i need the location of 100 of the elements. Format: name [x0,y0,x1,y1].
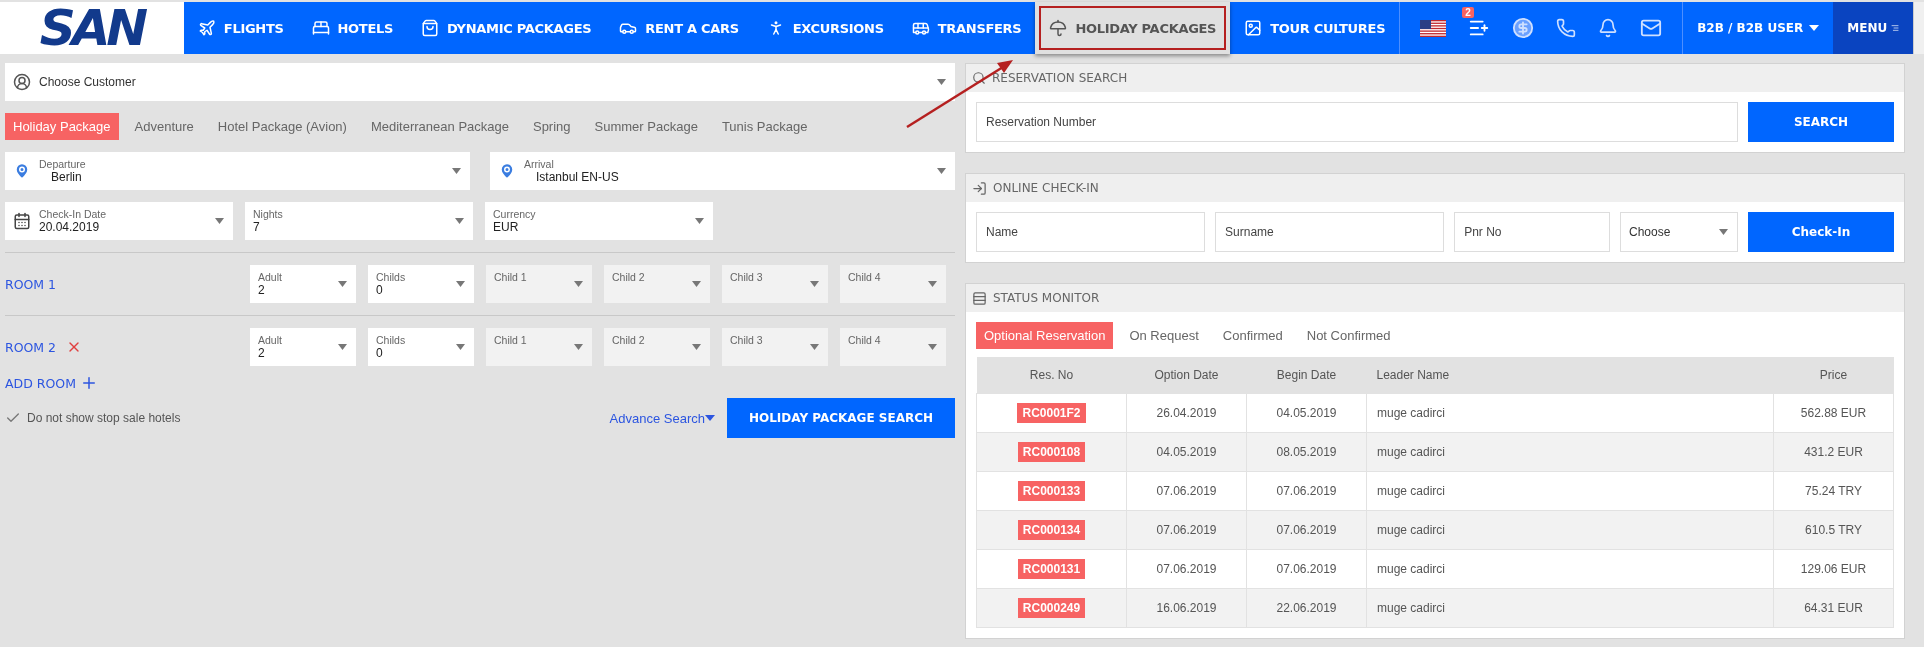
nav-item[interactable]: EXCURSIONS [752,2,898,54]
column-header: Option Date [1126,357,1247,393]
field-label: Childs [376,271,406,283]
table-cell: 07.06.2019 [1156,522,1217,537]
input-field[interactable]: Surname [1215,212,1445,252]
check-in-button[interactable]: Check-In [1748,212,1894,252]
reservation-number[interactable]: RC000108 [1017,441,1086,462]
menu-button[interactable]: MENU [1833,2,1914,54]
table-cell: 610.5 TRY [1805,522,1862,537]
field-value: EUR [493,220,520,234]
field-label: Nights [253,208,283,220]
field-label: Child 1 [494,334,527,346]
field-label: Arrival [524,158,555,170]
nav-item[interactable]: TOUR CULTURES [1230,2,1400,54]
column-header: Price [1773,357,1894,393]
field-label: Childs [376,334,406,346]
field-value: Istanbul EN-US [535,170,619,184]
select-field[interactable]: Choose [1620,212,1738,252]
panel-title: STATUS MONITOR [993,291,1100,305]
nav-item[interactable]: HOLIDAY PACKAGES [1035,2,1231,54]
input-field[interactable]: Pnr No [1454,212,1610,252]
table-cell: 07.06.2019 [1156,483,1217,498]
panel-title: RESERVATION SEARCH [992,71,1128,85]
column-header: Begin Date [1246,357,1367,393]
package-tab[interactable]: Holiday Package [5,113,119,140]
field-label: Child 3 [730,271,763,283]
search-button[interactable]: SEARCH [1748,102,1894,142]
nav-item[interactable]: RENT A CARS [605,2,753,54]
select-field[interactable]: Check-In Date 20.04.2019 [5,202,233,240]
table-cell: 64.31 EUR [1804,600,1863,615]
field-value: 2 [258,346,266,360]
select-field[interactable]: Adult 2 [250,265,356,303]
input-field[interactable]: Name [976,212,1206,252]
field-value: 0 [376,346,384,360]
table-cell: 07.06.2019 [1276,483,1337,498]
nav-item[interactable]: TRANSFERS [897,2,1036,54]
input-field[interactable]: Reservation Number [976,102,1738,142]
status-tab[interactable]: On Request [1121,322,1207,349]
table-cell: 26.04.2019 [1156,405,1217,420]
table-cell: muge cadirci [1377,522,1446,537]
panel-title: ONLINE CHECK-IN [993,181,1099,195]
reservation-number[interactable]: RC000134 [1017,519,1086,540]
select-field[interactable]: Departure Berlin [5,152,470,190]
checkbox-label: Do not show stop sale hotels [27,411,181,425]
field-label: Currency [493,208,536,220]
table-cell: 22.06.2019 [1276,600,1337,615]
table-cell: 07.06.2019 [1156,561,1217,576]
field-label: Child 1 [494,271,527,283]
select-field[interactable]: Currency EUR [485,202,713,240]
status-tab[interactable]: Not Confirmed [1298,322,1399,349]
field-label: Child 2 [612,334,645,346]
package-tab[interactable]: Mediterranean Package [362,113,517,140]
advance-search-link[interactable]: Advance Search [609,410,715,426]
package-tab[interactable]: Spring [524,113,579,140]
field-label: Departure [39,158,86,170]
table-cell: 562.88 EUR [1800,405,1867,420]
field-label: Check-In Date [39,208,107,220]
reservation-number[interactable]: RC000133 [1017,480,1086,501]
select-field[interactable]: Childs 0 [368,265,474,303]
table-cell: 431.2 EUR [1804,444,1863,459]
select-field[interactable]: Arrival Istanbul EN-US [490,152,955,190]
customer-select[interactable]: Choose Customer [5,63,955,101]
field-value: 0 [376,283,384,297]
nav-item[interactable]: DYNAMIC PACKAGES [407,2,606,54]
table-cell: 07.06.2019 [1276,561,1337,576]
field-label: Child 2 [612,271,645,283]
status-tab[interactable]: Optional Reservation [976,322,1114,349]
nav-item[interactable]: FLIGHTS [183,2,298,54]
table-cell: 75.24 TRY [1805,483,1862,498]
add-room-link[interactable]: ADD ROOM [5,374,955,392]
table-cell: muge cadirci [1377,483,1446,498]
reservation-number[interactable]: RC0001F2 [1017,402,1086,423]
field-value: 20.04.2019 [39,220,101,234]
select-field[interactable]: Adult 2 [250,328,356,366]
column-header: Res. No [976,357,1127,393]
count-badge: 2 [1462,7,1474,18]
table-cell: 16.06.2019 [1156,600,1217,615]
reservation-number[interactable]: RC000131 [1017,558,1086,579]
package-tab[interactable]: Hotel Package (Avion) [209,113,355,140]
field-value: Berlin [50,170,83,184]
field-label: Child 4 [848,271,881,283]
field-value: 7 [253,220,261,234]
user-menu[interactable]: B2B / B2B USER [1683,2,1834,54]
table-cell: muge cadirci [1377,444,1446,459]
table-cell: 04.05.2019 [1156,444,1217,459]
select-field[interactable]: Childs 0 [368,328,474,366]
field-label: Adult [258,334,282,346]
table-cell: 07.06.2019 [1276,522,1337,537]
package-tab[interactable]: Summer Package [586,113,706,140]
column-header: Leader Name [1366,357,1774,393]
room-label: ROOM 1 [5,276,57,292]
package-tab[interactable]: Tunis Package [713,113,816,140]
package-tab[interactable]: Adventure [126,113,202,140]
reservation-number[interactable]: RC000249 [1017,597,1086,618]
status-tab[interactable]: Confirmed [1214,322,1291,349]
table-cell: 129.06 EUR [1800,561,1867,576]
select-field[interactable]: Nights 7 [245,202,473,240]
search-button[interactable]: HOLIDAY PACKAGE SEARCH [727,398,955,438]
logo[interactable]: SAN [39,0,145,57]
nav-item[interactable]: HOTELS [297,2,408,54]
